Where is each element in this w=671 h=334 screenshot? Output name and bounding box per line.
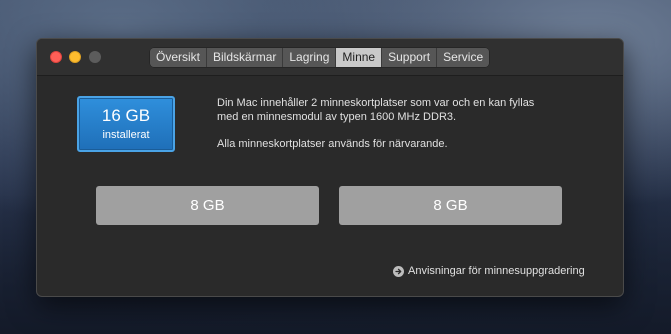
installed-memory-label: installerat (102, 129, 150, 141)
about-this-mac-window: Översikt Bildskärmar Lagring Minne Suppo… (36, 38, 624, 297)
tab-minne[interactable]: Minne (336, 48, 383, 67)
memory-description: Din Mac innehåller 2 minneskortplatser s… (217, 96, 547, 151)
minimize-icon[interactable] (69, 51, 81, 63)
memory-slot-1: 8 GB (96, 186, 319, 225)
memory-slot-2: 8 GB (339, 186, 562, 225)
tab-oversikt[interactable]: Översikt (150, 48, 208, 67)
memory-upgrade-link[interactable]: Anvisningar för minnesuppgradering (393, 264, 585, 278)
arrow-circle-right-icon (393, 265, 404, 277)
memory-upgrade-label: Anvisningar för minnesuppgradering (408, 265, 585, 277)
tab-bar: Översikt Bildskärmar Lagring Minne Suppo… (150, 48, 490, 67)
tab-service[interactable]: Service (437, 48, 490, 67)
tab-support[interactable]: Support (382, 48, 438, 67)
installed-memory-size: 16 GB (101, 106, 151, 125)
tab-bildskarmar[interactable]: Bildskärmar (207, 48, 284, 67)
close-icon[interactable] (50, 51, 62, 63)
tab-lagring[interactable]: Lagring (283, 48, 337, 67)
zoom-icon[interactable] (89, 51, 101, 63)
installed-memory-badge: 16 GB installerat (77, 96, 175, 152)
memory-slots-description: Din Mac innehåller 2 minneskortplatser s… (217, 97, 535, 123)
memory-slots-note: Alla minneskortplatser används för närva… (217, 138, 448, 150)
title-bar: Översikt Bildskärmar Lagring Minne Suppo… (37, 39, 623, 76)
